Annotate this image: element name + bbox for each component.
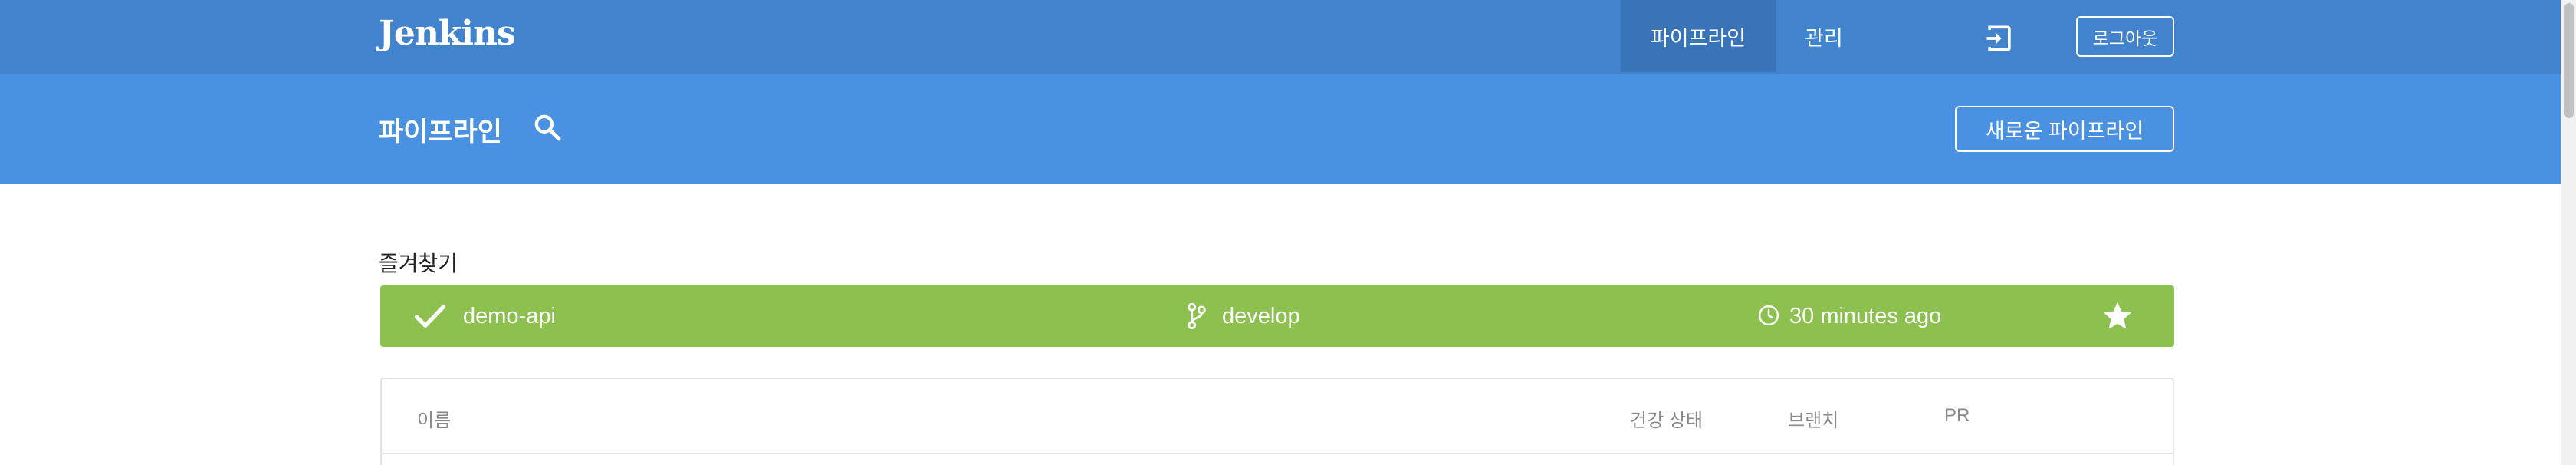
page-scrollbar[interactable] [2561,0,2576,465]
column-header-name[interactable]: 이름 [417,405,451,432]
column-header-health[interactable]: 건강 상태 [1630,405,1703,432]
branch-icon [1188,302,1206,330]
star-icon[interactable] [2101,299,2134,333]
favorite-card[interactable]: demo-api develop 30 minutes ago [380,285,2174,347]
logout-icon[interactable] [1983,21,2016,55]
check-icon [414,305,446,328]
page-subheader: 파이프라인 새로운 파이프라인 [0,74,2561,184]
logout-button[interactable]: 로그아웃 [2076,16,2174,57]
column-header-branches[interactable]: 브랜치 [1788,405,1838,432]
top-navigation-bar: Jenkins 파이프라인 관리 로그아웃 [0,0,2561,74]
search-icon[interactable] [532,112,563,143]
favorite-branch-name: develop [1222,304,1300,328]
favorite-pipeline-name[interactable]: demo-api [463,304,556,329]
scrollbar-thumb[interactable] [2564,3,2574,118]
favorite-last-run-time: 30 minutes ago [1789,304,1942,328]
jenkins-logo[interactable]: Jenkins [379,14,516,53]
tab-pipelines[interactable]: 파이프라인 [1621,0,1776,72]
favorites-heading: 즐겨찾기 [379,252,458,275]
page-title: 파이프라인 [379,117,503,147]
table-header: 이름 건강 상태 브랜치 PR [382,379,2173,454]
new-pipeline-button[interactable]: 새로운 파이프라인 [1955,106,2174,152]
column-header-pr[interactable]: PR [1944,405,1970,427]
clock-icon [1758,305,1779,326]
pipelines-table: 이름 건강 상태 브랜치 PR [380,378,2174,465]
tab-administration[interactable]: 관리 [1776,0,1872,72]
